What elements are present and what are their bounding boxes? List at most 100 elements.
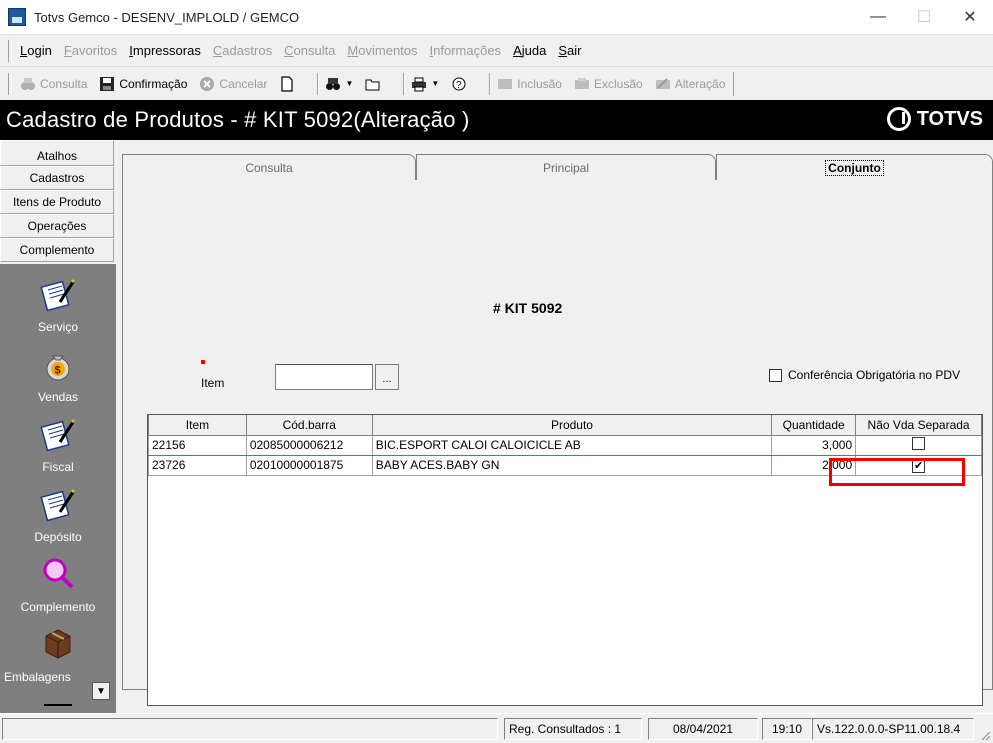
nav-entry-complemento[interactable]: Complemento — [0, 600, 116, 614]
money-bag-icon[interactable]: $ — [40, 346, 76, 382]
column-header-quantidade[interactable]: Quantidade — [771, 415, 857, 436]
binoculars-icon — [325, 76, 341, 92]
edit-record-icon — [655, 76, 671, 92]
menu-consulta[interactable]: Consulta — [284, 43, 335, 58]
menu-cadastros[interactable]: Cadastros — [213, 43, 272, 58]
pdv-checkbox-row[interactable]: Conferência Obrigatória no PDV — [769, 368, 960, 382]
nav-tab-atalhos[interactable]: Atalhos — [0, 140, 114, 166]
item-label: Item — [201, 376, 225, 390]
table-row[interactable]: 22156 02085000006212 BIC.ESPORT CALOI CA… — [148, 434, 982, 456]
printer-icon — [411, 76, 427, 92]
toolbar: Consulta Confirmação Cancelar ▼ ▼ ? Incl… — [0, 66, 993, 100]
toolbar-separator — [403, 72, 406, 95]
magnifier-icon[interactable] — [40, 556, 76, 592]
item-browse-button[interactable]: ... — [375, 364, 399, 390]
nav-more-indicator — [44, 704, 72, 706]
menu-ajuda[interactable]: Ajuda — [513, 43, 546, 58]
menu-bar: Login Favoritos Impressoras Cadastros Co… — [0, 34, 993, 66]
cell-item[interactable]: 22156 — [148, 434, 247, 456]
confirmacao-button[interactable]: Confirmação — [99, 76, 187, 92]
nav-tab-itens-de-produto[interactable]: Itens de Produto — [0, 190, 114, 214]
exclusao-button[interactable]: Exclusão — [574, 76, 643, 92]
notepad-pen-icon[interactable] — [40, 276, 76, 312]
cancelar-button[interactable]: Cancelar — [199, 76, 267, 92]
folder-open-icon — [365, 76, 381, 92]
status-records: Reg. Consultados : 1 — [504, 718, 642, 740]
cell-barcode[interactable]: 02010000001875 — [245, 454, 373, 476]
cell-nao-vda-separada[interactable] — [855, 434, 982, 456]
nav-tab-operacoes[interactable]: Operações — [0, 214, 114, 238]
close-button[interactable]: ✕ — [947, 0, 993, 34]
menu-movimentos[interactable]: Movimentos — [347, 43, 417, 58]
menu-impressoras[interactable]: Impressoras — [129, 43, 201, 58]
print-dropdown-button[interactable]: ▼ — [411, 76, 439, 92]
notepad-pen-icon[interactable] — [40, 486, 76, 522]
new-document-icon — [279, 75, 295, 92]
minimize-button[interactable]: — — [855, 0, 901, 34]
nao-vda-separada-checkbox[interactable] — [912, 437, 926, 450]
alteracao-label: Alteração — [674, 76, 726, 91]
app-icon — [8, 8, 26, 26]
main-area: Consulta Principal Conjunto # KIT 5092 I… — [116, 140, 993, 713]
svg-text:?: ? — [456, 80, 462, 91]
window-controls: — ☐ ✕ — [855, 0, 993, 34]
confirmacao-label: Confirmação — [119, 76, 188, 91]
menu-informacoes[interactable]: Informações — [430, 43, 502, 58]
tab-conjunto[interactable]: Conjunto — [716, 154, 993, 180]
status-bar: Reg. Consultados : 1 08/04/2021 19:10 Vs… — [0, 713, 993, 743]
svg-text:$: $ — [55, 365, 61, 377]
nav-tab-complemento[interactable]: Complemento — [0, 238, 114, 262]
nav-entry-servico[interactable]: Serviço — [0, 320, 116, 334]
cell-produto[interactable]: BIC.ESPORT CALOI CALOICICLE AB — [371, 434, 773, 456]
column-header-item[interactable]: Item — [148, 415, 247, 436]
menu-sair[interactable]: Sair — [558, 43, 581, 58]
pdv-checkbox-label: Conferência Obrigatória no PDV — [788, 368, 961, 382]
menu-favoritos[interactable]: Favoritos — [64, 43, 117, 58]
resize-grip-icon[interactable] — [979, 729, 991, 741]
pdv-checkbox[interactable] — [769, 368, 782, 382]
tab-consulta[interactable]: Consulta — [122, 154, 416, 180]
nav-entry-fiscal[interactable]: Fiscal — [0, 460, 116, 474]
alteracao-button[interactable]: Alteração — [655, 76, 726, 92]
tab-principal[interactable]: Principal — [416, 154, 716, 180]
inclusao-button[interactable]: Inclusão — [497, 76, 562, 92]
notepad-pen-icon[interactable] — [40, 416, 76, 452]
delete-record-icon — [574, 76, 590, 92]
nav-tab-cadastros[interactable]: Cadastros — [0, 166, 114, 190]
nav-entry-vendas[interactable]: Vendas — [0, 390, 116, 404]
column-header-nao-vda-separada[interactable]: Não Vda Separada — [855, 415, 982, 436]
cell-item[interactable]: 23726 — [148, 454, 247, 476]
nav-entry-deposito[interactable]: Depósito — [0, 530, 116, 544]
totvs-logo-icon — [886, 107, 911, 131]
column-header-produto[interactable]: Produto — [371, 415, 773, 436]
highlight-annotation — [829, 458, 965, 486]
toolbar-end — [733, 71, 739, 96]
required-marker — [201, 360, 205, 364]
box-icon[interactable] — [40, 626, 76, 662]
consulta-button[interactable]: Consulta — [20, 76, 87, 92]
nav-scroll-down-button[interactable]: ▼ — [92, 682, 110, 700]
chevron-down-icon: ▼ — [345, 79, 354, 88]
toolbar-separator — [317, 72, 320, 95]
help-button[interactable]: ? — [451, 76, 471, 92]
folder-button[interactable] — [365, 76, 385, 92]
search-dropdown-button[interactable]: ▼ — [325, 76, 353, 92]
cell-quantidade[interactable]: 3,000 — [771, 434, 857, 456]
totvs-logo: TOTVS — [886, 107, 983, 131]
status-message — [2, 718, 498, 740]
maximize-button[interactable]: ☐ — [901, 0, 947, 34]
new-document-button[interactable] — [279, 75, 299, 92]
kit-label: # KIT 5092 — [493, 300, 563, 316]
cell-produto[interactable]: BABY ACES.BABY GN — [371, 454, 773, 476]
window-title: Totvs Gemco - DESENV_IMPLOLD / GEMCO — [34, 9, 300, 25]
status-date: 08/04/2021 — [648, 718, 758, 740]
column-header-barcode[interactable]: Cód.barra — [245, 415, 373, 436]
save-icon — [99, 76, 115, 92]
exclusao-label: Exclusão — [593, 76, 643, 91]
item-input[interactable] — [275, 364, 373, 390]
left-navigation: Atalhos Cadastros Itens de Produto Opera… — [0, 140, 116, 713]
consulta-label: Consulta — [40, 76, 88, 91]
cancel-icon — [199, 76, 215, 92]
cell-barcode[interactable]: 02085000006212 — [245, 434, 373, 456]
menu-login[interactable]: Login — [20, 43, 52, 58]
